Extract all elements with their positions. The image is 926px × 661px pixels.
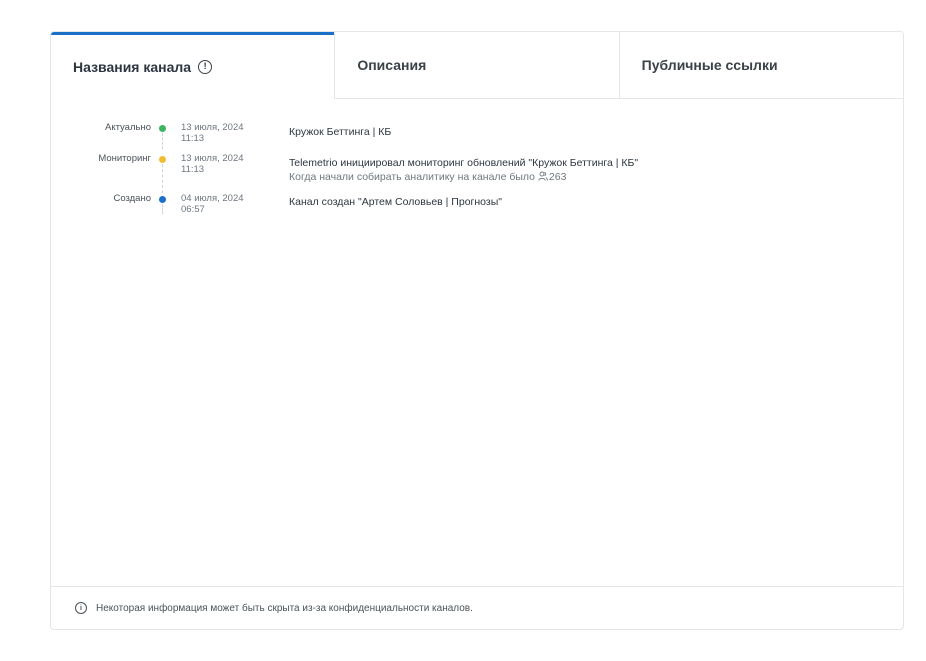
tab-label: Описания xyxy=(357,57,427,73)
timeline-connector xyxy=(162,204,163,214)
subscriber-count: 263 xyxy=(548,171,567,183)
tab-channel-names[interactable]: Названия канала ! xyxy=(51,32,335,99)
tab-label: Названия канала xyxy=(73,58,192,75)
status-label: Мониторинг xyxy=(98,153,151,164)
timeline-connector xyxy=(162,164,163,193)
tab-bar: Названия канала ! Описания Публичные ссы… xyxy=(51,32,903,99)
date-text: 13 июля, 2024 xyxy=(181,122,244,133)
event-description: Telemetrio инициировал мониторинг обновл… xyxy=(289,156,638,184)
privacy-notice: i Некоторая информация может быть скрыта… xyxy=(51,586,903,629)
user-icon xyxy=(538,171,548,181)
event-description: Кружок Беттинга | КБ xyxy=(289,125,391,139)
time-text: 06:57 xyxy=(181,204,205,215)
time-text: 11:13 xyxy=(181,164,205,175)
time-text: 11:13 xyxy=(181,133,205,144)
tab-label: Публичные ссылки xyxy=(641,57,778,73)
event-text: Telemetrio инициировал мониторинг обновл… xyxy=(289,157,639,169)
channel-history-card: Названия канала ! Описания Публичные ссы… xyxy=(50,31,904,630)
timestamp: 13 июля, 2024 11:13 xyxy=(181,153,244,175)
status-label: Актуально xyxy=(104,122,151,133)
tab-public-links[interactable]: Публичные ссылки xyxy=(618,32,903,99)
timestamp: 13 июля, 2024 11:13 xyxy=(181,122,244,144)
status-dot xyxy=(159,125,166,132)
event-text: Канал создан "Артем Соловьев | Прогнозы" xyxy=(289,196,502,208)
event-subtext: Когда начали собирать аналитику на канал… xyxy=(289,170,638,184)
date-text: 04 июля, 2024 xyxy=(181,193,244,204)
status-dot xyxy=(159,156,166,163)
timestamp: 04 июля, 2024 06:57 xyxy=(181,193,244,215)
tab-descriptions[interactable]: Описания xyxy=(334,32,619,99)
subtext-label: Когда начали собирать аналитику на канал… xyxy=(289,171,535,183)
notice-text: Некоторая информация может быть скрыта и… xyxy=(96,602,473,614)
status-label: Создано xyxy=(113,193,151,204)
info-circle-icon[interactable]: ! xyxy=(198,59,213,74)
date-text: 13 июля, 2024 xyxy=(181,153,244,164)
status-dot xyxy=(159,196,166,203)
event-description: Канал создан "Артем Соловьев | Прогнозы" xyxy=(289,195,502,209)
timeline-connector xyxy=(162,133,163,149)
event-text: Кружок Беттинга | КБ xyxy=(289,126,392,138)
info-circle-icon: i xyxy=(75,602,87,614)
